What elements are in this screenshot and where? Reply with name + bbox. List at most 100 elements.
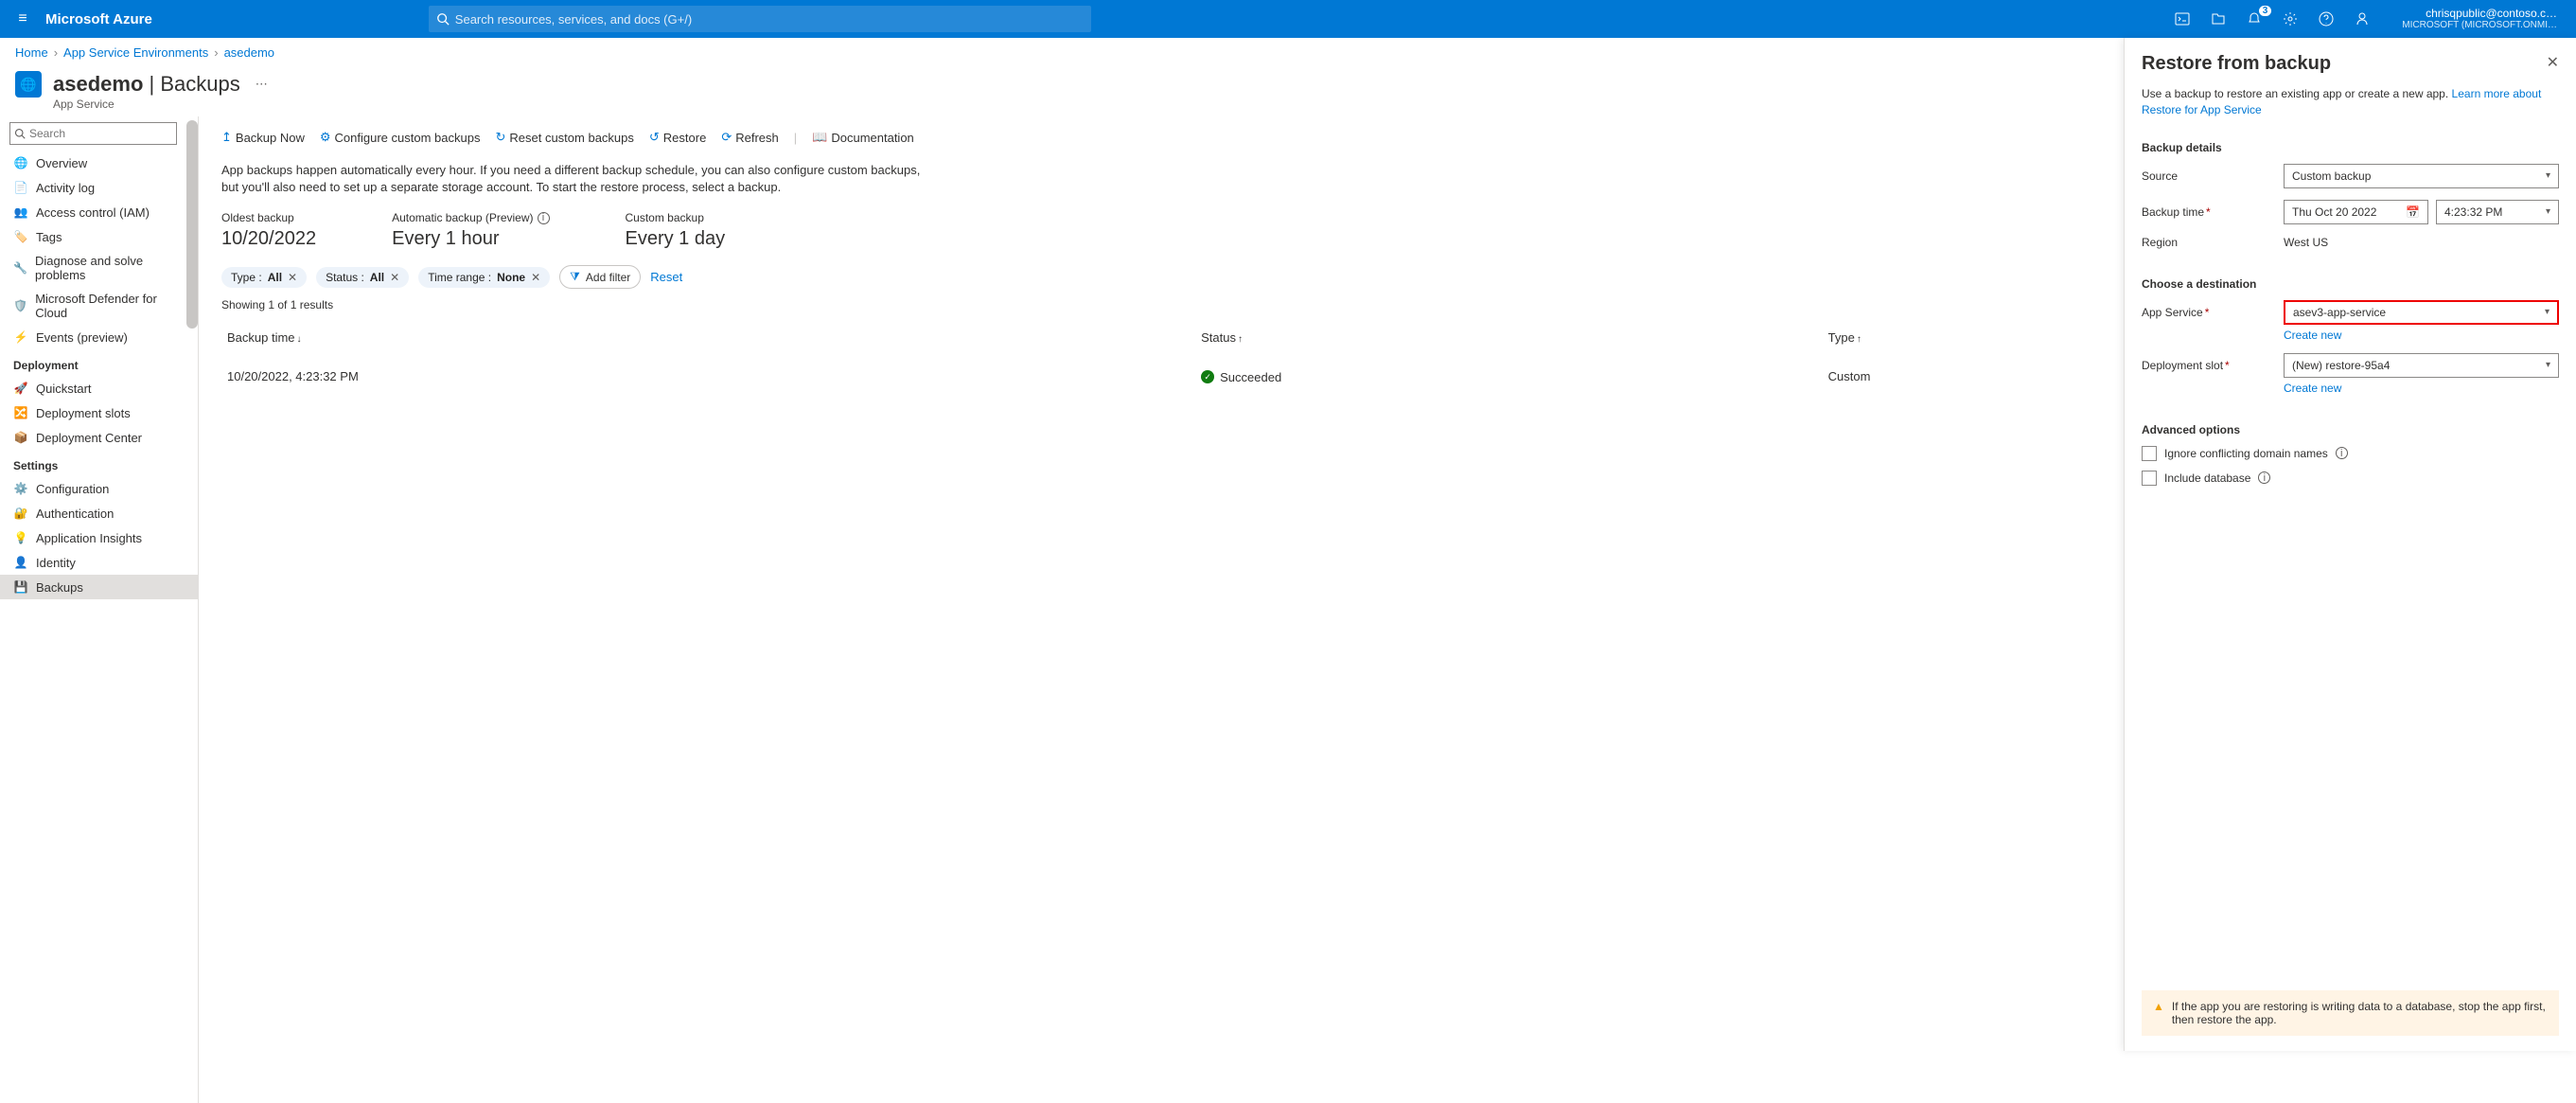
sidebar-item-app-insights[interactable]: 💡Application Insights [0, 525, 198, 550]
breadcrumb-ase[interactable]: App Service Environments [63, 45, 208, 60]
sidebar-item-backups[interactable]: 💾Backups [0, 575, 198, 599]
more-actions-button[interactable]: ⋯ [252, 73, 272, 96]
add-filter-button[interactable]: ⧩ Add filter [559, 265, 641, 289]
label: Add filter [586, 271, 630, 284]
checkbox-label: Include database [2164, 471, 2250, 485]
page-title: asedemo | Backups [53, 72, 240, 97]
sidebar-item-label: Overview [36, 156, 87, 170]
filter-key: Time range : [428, 271, 491, 284]
select-value: asev3-app-service [2293, 306, 2386, 319]
checkbox[interactable] [2142, 446, 2157, 461]
cloud-shell-icon[interactable] [2175, 11, 2194, 27]
reset-backups-button[interactable]: ↻Reset custom backups [495, 130, 633, 145]
source-select[interactable]: Custom backup▾ [2284, 164, 2559, 188]
log-icon: 📄 [13, 180, 28, 195]
clear-filter-icon[interactable]: ✕ [390, 271, 399, 284]
label: Configure custom backups [335, 131, 481, 145]
refresh-icon: ⟳ [721, 130, 732, 145]
breadcrumb-resource[interactable]: asedemo [224, 45, 274, 60]
sidebar-item-configuration[interactable]: ⚙️Configuration [0, 476, 198, 501]
notifications-badge: 3 [2259, 6, 2272, 16]
col-backup-time[interactable]: Backup time↓ [221, 323, 1195, 352]
slots-icon: 🔀 [13, 405, 28, 420]
create-new-app-link[interactable]: Create new [2284, 329, 2559, 342]
filter-time-range[interactable]: Time range : None ✕ [418, 267, 550, 288]
chevron-right-icon: › [54, 45, 58, 60]
sidebar-item-deployment-center[interactable]: 📦Deployment Center [0, 425, 198, 450]
select-value: Custom backup [2292, 169, 2371, 183]
sidebar-item-label: Application Insights [36, 531, 142, 545]
info-icon[interactable]: i [2258, 471, 2270, 484]
notifications-icon[interactable]: 3 [2247, 11, 2266, 27]
global-search-input[interactable] [455, 12, 1084, 27]
stat-custom: Custom backup Every 1 day [626, 211, 726, 250]
settings-icon[interactable] [2283, 11, 2302, 27]
info-icon[interactable]: i [2336, 447, 2348, 459]
breadcrumb-home[interactable]: Home [15, 45, 48, 60]
label: Backup Now [236, 131, 305, 145]
backup-time-select[interactable]: 4:23:32 PM▾ [2436, 200, 2559, 224]
hamburger-menu[interactable]: ≡ [8, 10, 38, 27]
sidebar-item-label: Events (preview) [36, 330, 128, 345]
sidebar-item-slots[interactable]: 🔀Deployment slots [0, 400, 198, 425]
resource-name: asedemo [53, 72, 143, 96]
sidebar-item-quickstart[interactable]: 🚀Quickstart [0, 376, 198, 400]
clear-filter-icon[interactable]: ✕ [288, 271, 297, 284]
app-service-select[interactable]: asev3-app-service▾ [2284, 300, 2559, 325]
directories-icon[interactable] [2211, 11, 2230, 27]
cell-time: 10/20/2022, 4:23:32 PM [221, 352, 1195, 400]
global-search[interactable] [429, 6, 1091, 32]
create-new-slot-link[interactable]: Create new [2284, 382, 2559, 395]
sidebar-search-input[interactable] [29, 127, 172, 140]
sidebar-item-defender[interactable]: 🛡️Microsoft Defender for Cloud [0, 287, 198, 325]
filter-icon: ⧩ [570, 270, 580, 284]
label: Restore [663, 131, 707, 145]
checkbox[interactable] [2142, 471, 2157, 486]
documentation-button[interactable]: 📖Documentation [812, 130, 914, 145]
sidebar-item-label: Configuration [36, 482, 109, 496]
help-icon[interactable] [2319, 11, 2338, 27]
sidebar-search[interactable] [9, 122, 177, 145]
backup-date-select[interactable]: Thu Oct 20 2022📅 [2284, 200, 2428, 224]
backup-now-button[interactable]: ↥Backup Now [221, 130, 305, 145]
blade-name: Backups [160, 72, 239, 96]
reset-filters-link[interactable]: Reset [650, 270, 682, 284]
close-panel-button[interactable]: ✕ [2547, 53, 2559, 72]
clear-filter-icon[interactable]: ✕ [531, 271, 540, 284]
section-destination: Choose a destination [2142, 277, 2559, 291]
restore-button[interactable]: ↺Restore [649, 130, 706, 145]
sidebar-item-label: Tags [36, 230, 62, 244]
sidebar-item-tags[interactable]: 🏷️Tags [0, 224, 198, 249]
bolt-icon: ⚡ [13, 329, 28, 345]
sidebar-section-deployment: Deployment [0, 349, 198, 376]
info-icon[interactable]: i [538, 212, 550, 224]
brand[interactable]: Microsoft Azure [45, 11, 152, 27]
sidebar-item-label: Access control (IAM) [36, 205, 150, 220]
account-menu[interactable]: chrisqpublic@contoso.c… MICROSOFT (MICRO… [2402, 7, 2557, 31]
filter-status[interactable]: Status : All ✕ [316, 267, 409, 288]
filter-key: Status : [326, 271, 364, 284]
sidebar-item-access-control[interactable]: 👥 Access control (IAM) [0, 200, 198, 224]
sidebar-item-overview[interactable]: 🌐Overview [0, 151, 198, 175]
scrollbar-thumb[interactable] [186, 120, 198, 329]
people-icon: 👥 [13, 205, 28, 220]
sidebar-item-events[interactable]: ⚡ Events (preview) [0, 325, 198, 349]
top-icons: 3 chrisqpublic@contoso.c… MICROSOFT (MIC… [2163, 7, 2568, 31]
sidebar-item-authentication[interactable]: 🔐Authentication [0, 501, 198, 525]
refresh-button[interactable]: ⟳Refresh [721, 130, 778, 145]
col-status[interactable]: Status↑ [1195, 323, 1822, 352]
sidebar-item-activity-log[interactable]: 📄Activity log [0, 175, 198, 200]
feedback-icon[interactable] [2355, 11, 2373, 27]
panel-title: Restore from backup [2142, 53, 2331, 75]
ignore-domains-option[interactable]: Ignore conflicting domain names i [2142, 446, 2559, 461]
include-database-option[interactable]: Include database i [2142, 471, 2559, 486]
section-backup-details: Backup details [2142, 141, 2559, 154]
configure-backups-button[interactable]: ⚙Configure custom backups [320, 130, 481, 145]
deployment-slot-select[interactable]: (New) restore-95a4▾ [2284, 353, 2559, 378]
sidebar-item-identity[interactable]: 👤Identity [0, 550, 198, 575]
chevron-down-icon: ▾ [2546, 360, 2550, 370]
cell-status: ✓Succeeded [1195, 352, 1822, 400]
help-text: App backups happen automatically every h… [221, 162, 941, 196]
sidebar-item-diagnose[interactable]: 🔧Diagnose and solve problems [0, 249, 198, 287]
filter-type[interactable]: Type : All ✕ [221, 267, 307, 288]
